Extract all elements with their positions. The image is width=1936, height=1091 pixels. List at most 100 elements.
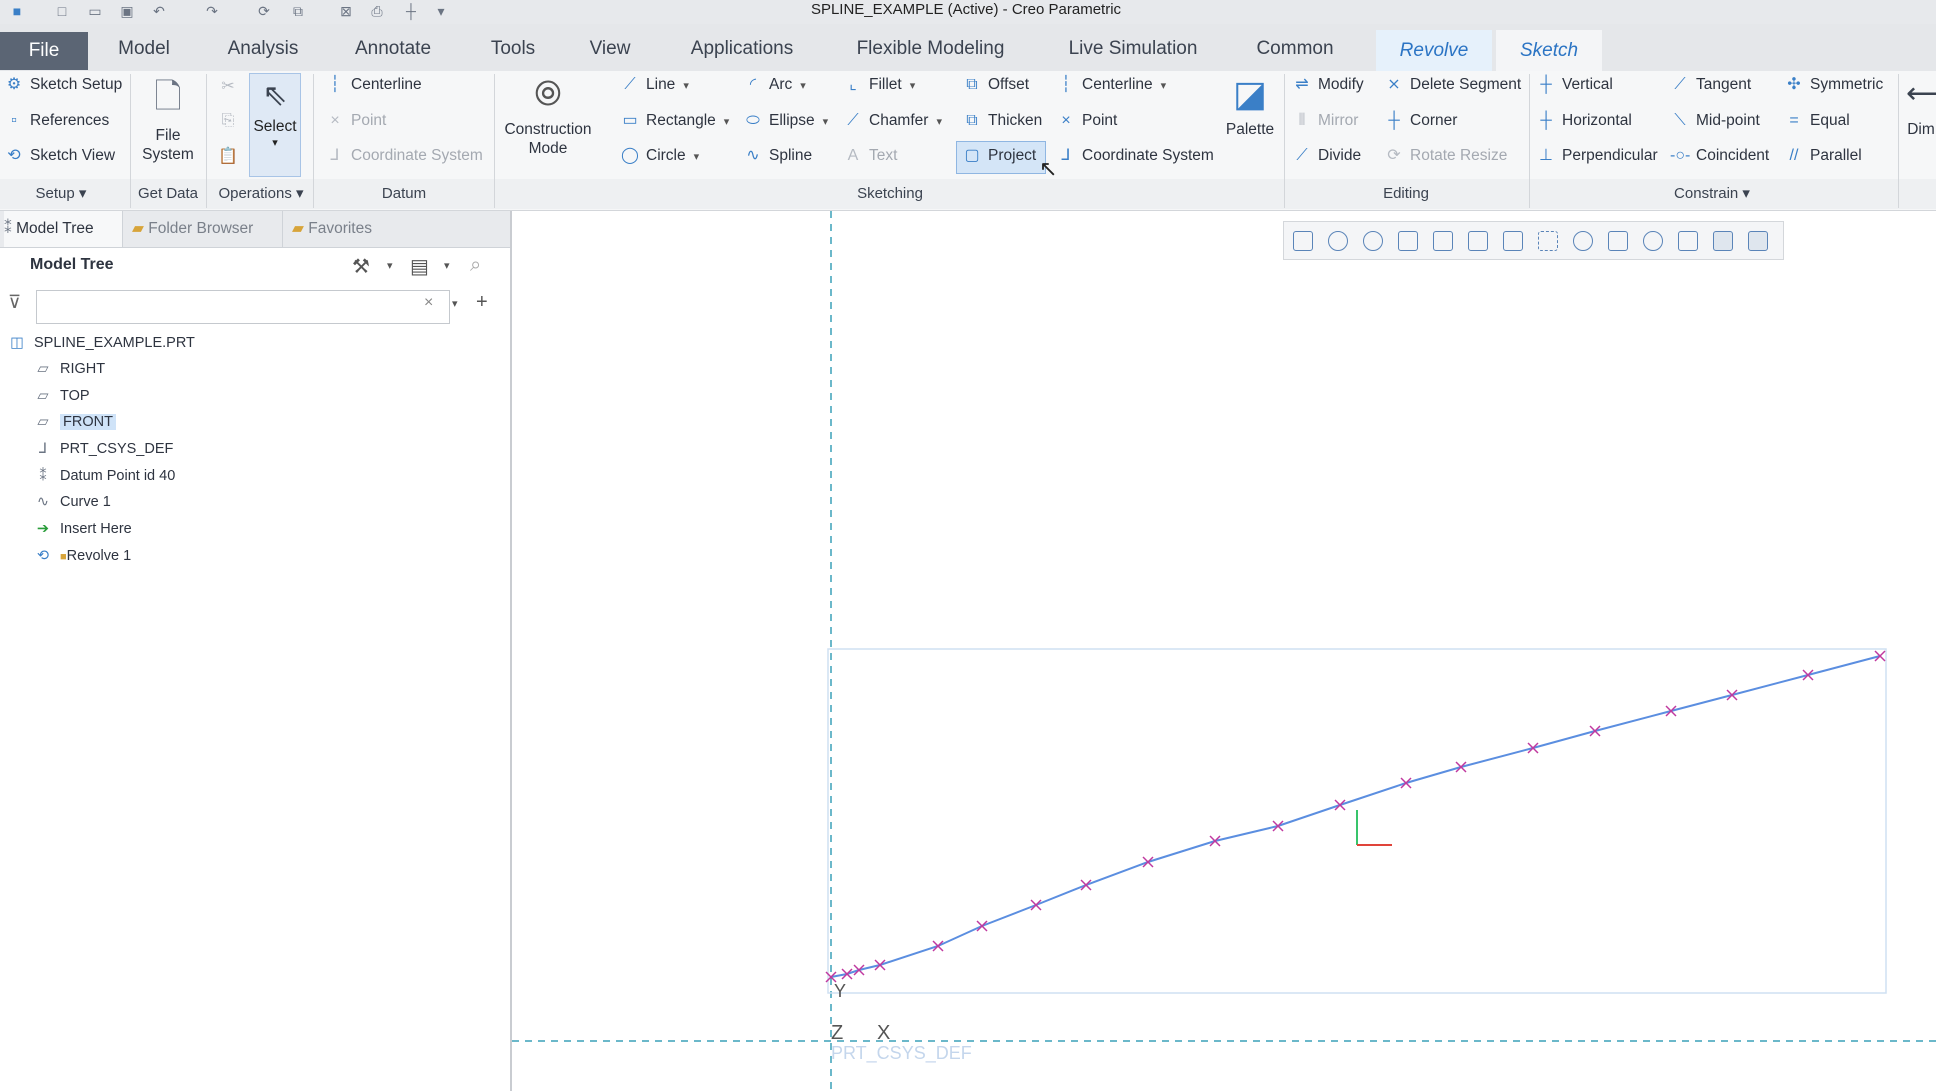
spline-point-marker[interactable] (976, 920, 988, 932)
dimension-button[interactable]: ⟷ Dim (1906, 74, 1936, 139)
spline-point-marker[interactable] (1080, 879, 1092, 891)
tree-item-front[interactable]: ▱ FRONT (32, 411, 116, 433)
tab-model[interactable]: Model (104, 34, 184, 64)
perpendicular-button[interactable]: ⊥ Perpendicular (1536, 144, 1658, 168)
sketch-setup-button[interactable]: ⚙ Sketch Setup (4, 73, 122, 97)
circle-dropdown-icon: ▾ (693, 151, 700, 163)
thicken-icon: ⧉ (966, 112, 978, 129)
point-icon: × (1061, 112, 1071, 129)
add-filter-icon[interactable]: + (476, 291, 488, 314)
tree-item-revolve[interactable]: ⟲ ■Revolve 1 (32, 545, 131, 567)
tree-columns-dropdown-icon[interactable]: ▾ (444, 259, 450, 272)
tree-search-icon[interactable]: ⌕ (470, 254, 481, 277)
palette-button[interactable]: ◪ Palette (1218, 74, 1282, 139)
chamfer-button[interactable]: ⟋ Chamfer ▾ (843, 109, 942, 133)
rectangle-button[interactable]: ▭ Rectangle ▾ (620, 109, 729, 133)
sketch-view-button[interactable]: ⟲ Sketch View (4, 144, 115, 168)
tab-model-tree[interactable]: ⁑ Model Tree (4, 211, 123, 247)
tab-common[interactable]: Common (1243, 34, 1347, 64)
tree-item-part[interactable]: ◫ SPLINE_EXAMPLE.PRT (6, 332, 195, 354)
group-label-editing: Editing (1383, 185, 1429, 202)
project-button[interactable]: ▢ Project (962, 144, 1036, 168)
tab-live-simulation[interactable]: Live Simulation (1051, 34, 1215, 64)
cut-icon[interactable]: ✂ (218, 75, 244, 99)
tree-item-curve[interactable]: ∿ Curve 1 (32, 491, 111, 513)
mid-point-button[interactable]: ⟍ Mid-point (1670, 109, 1759, 133)
copy-icon[interactable]: ⎘ (218, 109, 244, 133)
parallel-icon: // (1789, 147, 1799, 164)
group-label-setup[interactable]: Setup ▾ (18, 183, 104, 205)
x-axis-label: X (877, 1022, 890, 1044)
tab-annotate[interactable]: Annotate (341, 34, 445, 64)
datum-point-button[interactable]: × Point (325, 109, 386, 133)
construction-mode-button[interactable]: ⦾ Construction Mode (498, 74, 598, 158)
tree-settings-dropdown-icon[interactable]: ▾ (387, 259, 393, 272)
spline-point-marker[interactable] (932, 940, 944, 952)
arc-button[interactable]: ◜ Arc ▾ (743, 73, 806, 97)
tree-item-top[interactable]: ▱ TOP (32, 385, 89, 407)
vertical-button[interactable]: ┼ Vertical (1536, 73, 1613, 97)
line-button[interactable]: ⟋ Line ▾ (620, 73, 688, 97)
paste-icon[interactable]: 📋 (218, 145, 244, 169)
tab-folder-browser[interactable]: ▰ Folder Browser (132, 211, 283, 247)
arc-dropdown-icon: ▾ (800, 80, 806, 92)
circle-button[interactable]: ◯ Circle ▾ (620, 144, 699, 168)
tab-favorites[interactable]: ▰ Favorites (292, 211, 402, 247)
select-button[interactable]: ⇖ Select ▾ (249, 73, 301, 177)
equal-button[interactable]: = Equal (1784, 109, 1849, 133)
datum-coordinate-system-button[interactable]: ⅃ Coordinate System (325, 144, 483, 168)
references-button[interactable]: ▫ References (4, 109, 109, 133)
group-label-operations[interactable]: Operations ▾ (211, 183, 311, 205)
corner-button[interactable]: ┼ Corner (1384, 109, 1457, 133)
spline-point-marker[interactable] (1142, 856, 1154, 868)
file-system-button[interactable]: 🗋 File System (136, 74, 200, 164)
spline-point-markers (825, 650, 1886, 983)
circle-icon: ◯ (621, 147, 639, 164)
thicken-button[interactable]: ⧉ Thicken (962, 109, 1042, 133)
modify-button[interactable]: ⇌ Modify (1292, 73, 1363, 97)
ellipse-button[interactable]: ⬭ Ellipse ▾ (743, 109, 828, 133)
tab-analysis[interactable]: Analysis (216, 34, 310, 64)
tab-file[interactable]: File (0, 32, 88, 70)
spline-point-marker[interactable] (1334, 799, 1346, 811)
tree-item-insert-here[interactable]: ➔ Insert Here (32, 518, 132, 540)
delete-segment-button[interactable]: ⨯ Delete Segment (1384, 73, 1521, 97)
filter-dropdown-icon[interactable]: ▾ (452, 297, 458, 310)
tree-columns-icon[interactable]: ▤ (410, 254, 429, 279)
tab-tools[interactable]: Tools (478, 34, 548, 64)
mirror-button[interactable]: ⫴ Mirror (1292, 109, 1359, 133)
tangent-icon: ⟋ (1674, 76, 1686, 93)
sketch-point-button[interactable]: × Point (1056, 109, 1117, 133)
horizontal-button[interactable]: ┼ Horizontal (1536, 109, 1631, 133)
tree-item-csys[interactable]: ⅃ PRT_CSYS_DEF (32, 438, 173, 460)
rotate-resize-button[interactable]: ⟳ Rotate Resize (1384, 144, 1507, 168)
divide-button[interactable]: ⟋ Divide (1292, 144, 1361, 168)
offset-button[interactable]: ⧉ Offset (962, 73, 1029, 97)
tab-sketch[interactable]: Sketch (1496, 30, 1602, 71)
tab-view[interactable]: View (580, 34, 640, 64)
datum-centerline-button[interactable]: ┆ Centerline (325, 73, 421, 97)
spline-button[interactable]: ∿ Spline (743, 144, 812, 168)
tree-settings-icon[interactable]: ⚒ (352, 254, 370, 279)
tab-flexible-modeling[interactable]: Flexible Modeling (843, 34, 1018, 64)
spline-curve[interactable] (830, 655, 1881, 978)
group-label-constrain[interactable]: Constrain ▾ (1652, 183, 1772, 205)
clear-filter-icon[interactable]: × (424, 294, 433, 312)
tree-item-datum-point[interactable]: ⁑ Datum Point id 40 (32, 465, 175, 487)
tangent-button[interactable]: ⟋ Tangent (1670, 73, 1751, 97)
sketch-centerline-button[interactable]: ┆ Centerline ▾ (1056, 73, 1166, 97)
text-button[interactable]: A Text (843, 144, 898, 168)
construction-mode-icon: ⦾ (534, 75, 562, 113)
tree-item-right[interactable]: ▱ RIGHT (32, 358, 105, 380)
sketch-coordinate-system-button[interactable]: ⅃ Coordinate System (1056, 144, 1214, 168)
model-tree-filter-input[interactable] (36, 290, 450, 324)
parallel-button[interactable]: //Parallel (1784, 144, 1862, 168)
spline-point-marker[interactable] (1030, 899, 1042, 911)
fillet-button[interactable]: ⌞ Fillet ▾ (843, 73, 915, 97)
modify-icon: ⇌ (1295, 76, 1309, 93)
coincident-button[interactable]: -○- Coincident (1670, 144, 1769, 168)
tab-applications[interactable]: Applications (672, 34, 812, 64)
tab-revolve[interactable]: Revolve (1376, 30, 1492, 71)
symmetric-button[interactable]: ✣ Symmetric (1784, 73, 1883, 97)
coordinate-system-icon: ⅃ (330, 147, 340, 164)
